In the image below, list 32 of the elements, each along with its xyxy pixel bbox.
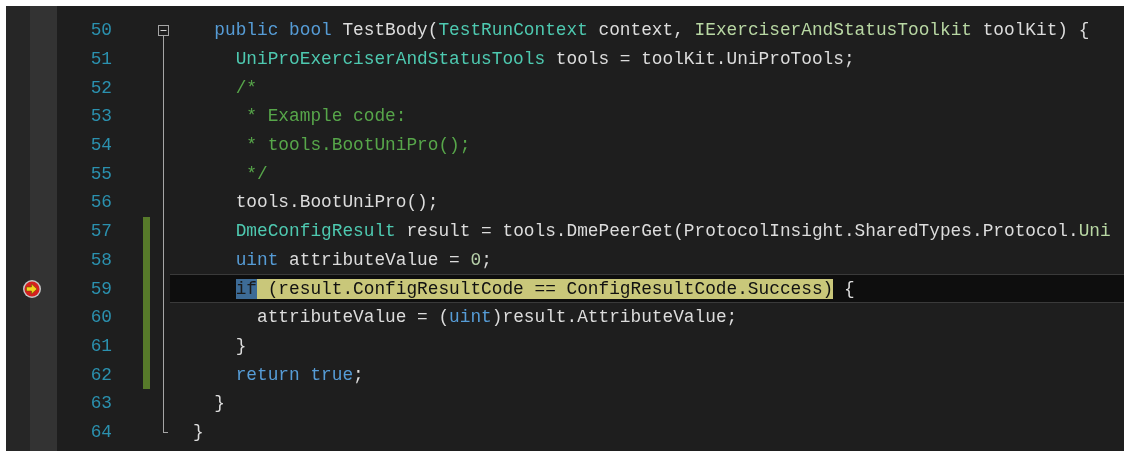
line-number: 61 bbox=[90, 335, 112, 356]
line-number: 57 bbox=[90, 221, 112, 242]
line-number: 51 bbox=[90, 49, 112, 70]
code-line: if (result.ConfigResultCode == ConfigResultCode.Success) { bbox=[234, 278, 855, 299]
line-number: 63 bbox=[90, 393, 112, 414]
code-line: } bbox=[193, 421, 204, 442]
line-number: 60 bbox=[90, 307, 112, 328]
code-line: public bool TestBody(TestRunContext context, IExerciserAndStatusToolkit toolKit) { bbox=[213, 20, 1090, 41]
line-number: 62 bbox=[90, 364, 112, 385]
line-number: 52 bbox=[90, 77, 112, 98]
code-line: */ bbox=[245, 163, 268, 184]
code-line: /* bbox=[234, 77, 258, 98]
code-line: UniProExerciserAndStatusTools tools = toolKit.UniProTools; bbox=[234, 49, 855, 70]
line-number: 58 bbox=[90, 249, 112, 270]
line-number: 64 bbox=[90, 421, 112, 442]
code-line: tools.BootUniPro(); bbox=[234, 192, 439, 213]
code-line: * Example code: bbox=[245, 106, 407, 127]
breakpoint-arrow-icon[interactable] bbox=[21, 278, 42, 299]
code-line: DmeConfigResult result = tools.DmePeerGet(ProtocolInsight.SharedTypes.Protocol.Uni bbox=[234, 221, 1111, 242]
code-line: } bbox=[234, 335, 247, 356]
line-number: 54 bbox=[90, 135, 112, 156]
collapse-icon[interactable] bbox=[158, 25, 169, 36]
code-line: return true; bbox=[234, 364, 364, 385]
line-number: 56 bbox=[90, 192, 112, 213]
code-line: * tools.BootUniPro(); bbox=[245, 135, 471, 156]
line-number: 55 bbox=[90, 163, 112, 184]
code-line: } bbox=[213, 393, 225, 414]
line-number: 53 bbox=[90, 106, 112, 127]
code-line: attributeValue = (uint)result.AttributeValue; bbox=[256, 307, 738, 328]
line-number: 59 bbox=[90, 278, 112, 299]
code-line: uint attributeValue = 0; bbox=[234, 249, 492, 270]
line-number: 50 bbox=[90, 20, 112, 41]
